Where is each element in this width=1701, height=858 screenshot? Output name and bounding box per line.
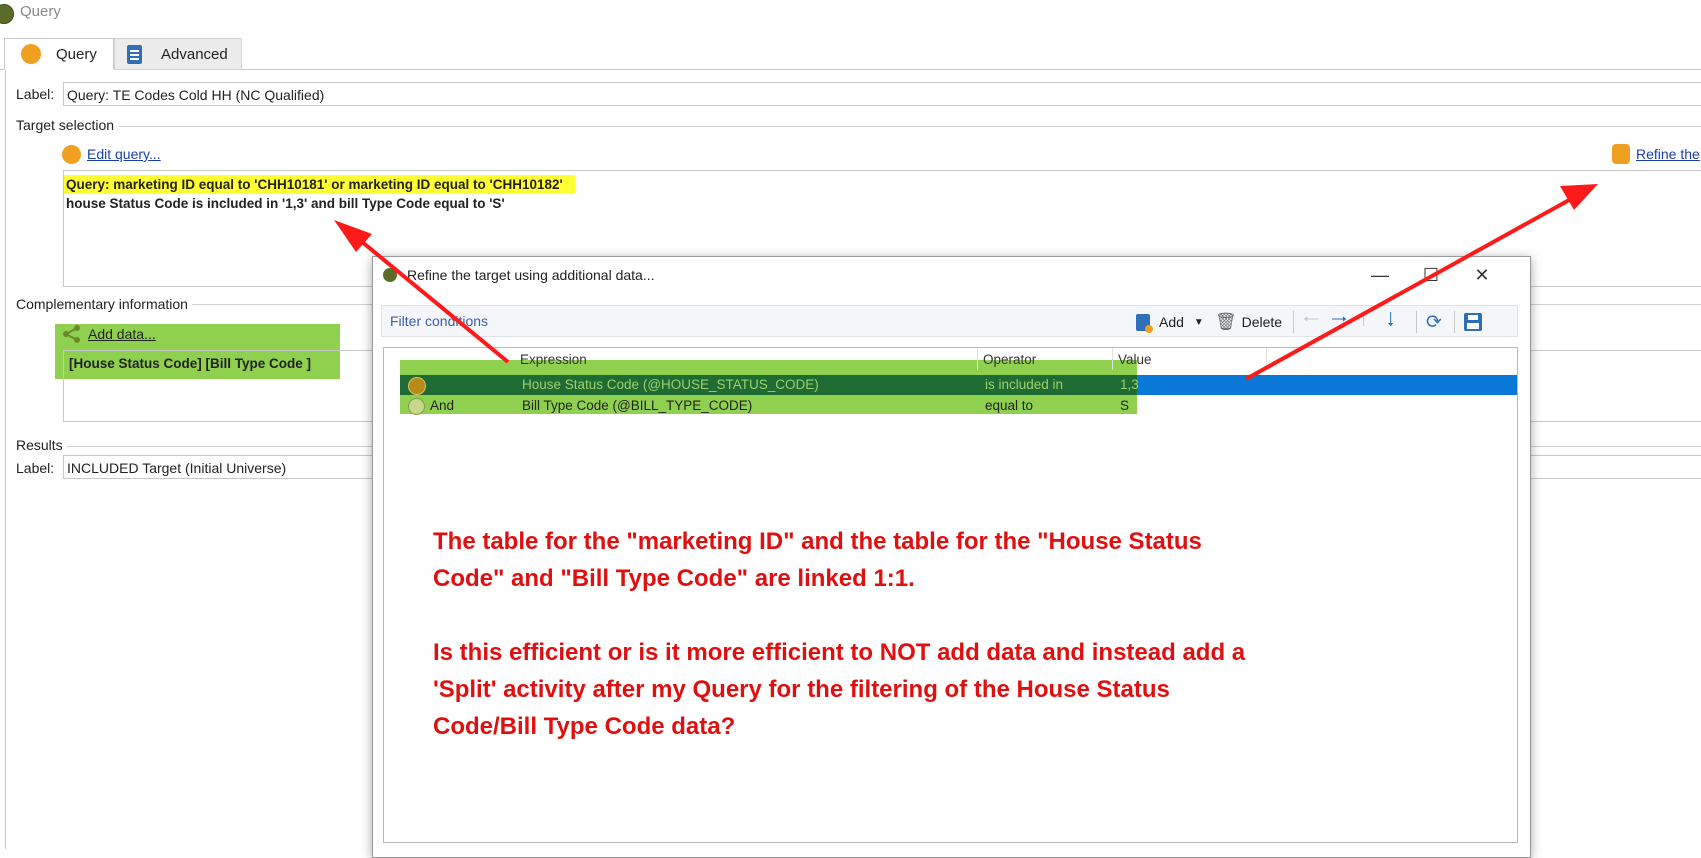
delete-condition-button[interactable]: 🗑 Delete — [1215, 311, 1282, 333]
toolbar-separator-2 — [1416, 311, 1417, 333]
filter-conditions-label: Filter conditions — [390, 313, 489, 329]
dialog-app-icon — [383, 268, 397, 282]
target-selection-title: Target selection — [16, 117, 119, 133]
results-label-caption: Label: — [16, 460, 55, 476]
dialog-title-bar: Refine the target using additional data.… — [373, 257, 1530, 295]
close-button[interactable]: ✕ — [1470, 263, 1494, 287]
refine-target-icon — [1612, 144, 1630, 164]
add-label: Add — [1159, 314, 1184, 330]
add-data-link[interactable]: Add data... — [88, 326, 156, 342]
share-nodes-icon — [62, 325, 82, 343]
query-circle-icon — [21, 44, 41, 64]
add-condition-button[interactable]: Add ▼ — [1136, 311, 1204, 333]
annotation-paragraph-1: The table for the "marketing ID" and the… — [433, 528, 1202, 592]
tab-advanced[interactable]: Advanced — [114, 38, 242, 70]
window-left-border — [5, 70, 6, 849]
edit-query-icon — [62, 145, 81, 164]
toolbar-separator — [1293, 311, 1294, 333]
save-icon[interactable] — [1464, 311, 1482, 333]
complementary-title: Complementary information — [16, 296, 192, 312]
target-selection-divider — [16, 126, 1701, 127]
move-down-icon[interactable]: 🠃 — [1387, 309, 1394, 333]
edit-query-link[interactable]: Edit query... — [87, 146, 161, 162]
app-logo-icon — [0, 4, 14, 24]
toolbar-separator-3 — [1454, 311, 1455, 333]
query-line-1: Query: marketing ID equal to 'CHH10181' … — [64, 175, 575, 194]
condition-logic: And — [430, 398, 455, 413]
window-title: Query — [20, 3, 61, 20]
refresh-icon[interactable]: ⟳ — [1426, 311, 1442, 333]
column-header-value[interactable]: Value — [1118, 352, 1152, 367]
dialog-toolbar: Filter conditions Add ▼ 🗑 Delete 🠀 🠂 🠁 🠃… — [381, 305, 1518, 337]
condition-value: 1,3 — [1120, 377, 1139, 392]
add-condition-icon — [1136, 313, 1153, 333]
maximize-button[interactable]: ☐ — [1419, 263, 1443, 287]
column-divider — [1266, 348, 1267, 370]
results-title: Results — [16, 437, 67, 453]
condition-value: S — [1120, 398, 1130, 413]
condition-row[interactable]: And Bill Type Code (@BILL_TYPE_CODE) equ… — [384, 396, 1517, 416]
column-header-operator[interactable]: Operator — [983, 352, 1036, 367]
condition-circle-icon — [408, 377, 426, 395]
move-left-icon[interactable]: 🠀 — [1303, 309, 1319, 333]
add-dropdown-icon[interactable]: ▼ — [1194, 317, 1204, 328]
dialog-title: Refine the target using additional data.… — [407, 267, 655, 283]
annotation-paragraph-2: Is this efficient or is it more efficien… — [433, 639, 1246, 740]
delete-label: Delete — [1241, 314, 1283, 330]
and-operator-icon — [408, 398, 425, 415]
label-input[interactable]: Query: TE Codes Cold HH (NC Qualified) — [63, 82, 1701, 106]
column-header-expression[interactable]: Expression — [520, 352, 587, 367]
column-divider — [1112, 348, 1113, 370]
move-right-icon[interactable]: 🠂 — [1331, 309, 1347, 333]
condition-operator: equal to — [985, 398, 1034, 413]
refine-target-link[interactable]: Refine the — [1636, 146, 1700, 162]
clipboard-icon — [127, 44, 142, 64]
label-caption: Label: — [16, 86, 55, 102]
condition-operator: is included in — [985, 377, 1064, 392]
column-divider — [977, 348, 978, 370]
window-title-bar: Query — [0, 0, 1701, 26]
condition-row[interactable]: House Status Code (@HOUSE_STATUS_CODE) i… — [384, 375, 1517, 395]
tab-bar: Query Advanced — [0, 38, 1701, 70]
tab-query[interactable]: Query — [4, 38, 114, 70]
query-line-2: house Status Code is included in '1,3' a… — [66, 196, 505, 211]
tab-advanced-label: Advanced — [161, 45, 228, 63]
trash-icon: 🗑 — [1215, 312, 1237, 331]
condition-expression: Bill Type Code (@BILL_TYPE_CODE) — [522, 398, 753, 413]
annotation-note: The table for the "marketing ID" and the… — [433, 523, 1253, 782]
tab-query-label: Query — [56, 45, 97, 63]
complementary-fields: [House Status Code] [Bill Type Code ] — [69, 356, 312, 371]
condition-expression: House Status Code (@HOUSE_STATUS_CODE) — [522, 377, 819, 392]
move-up-icon[interactable]: 🠁 — [1360, 309, 1367, 333]
minimize-button[interactable]: — — [1368, 263, 1392, 287]
